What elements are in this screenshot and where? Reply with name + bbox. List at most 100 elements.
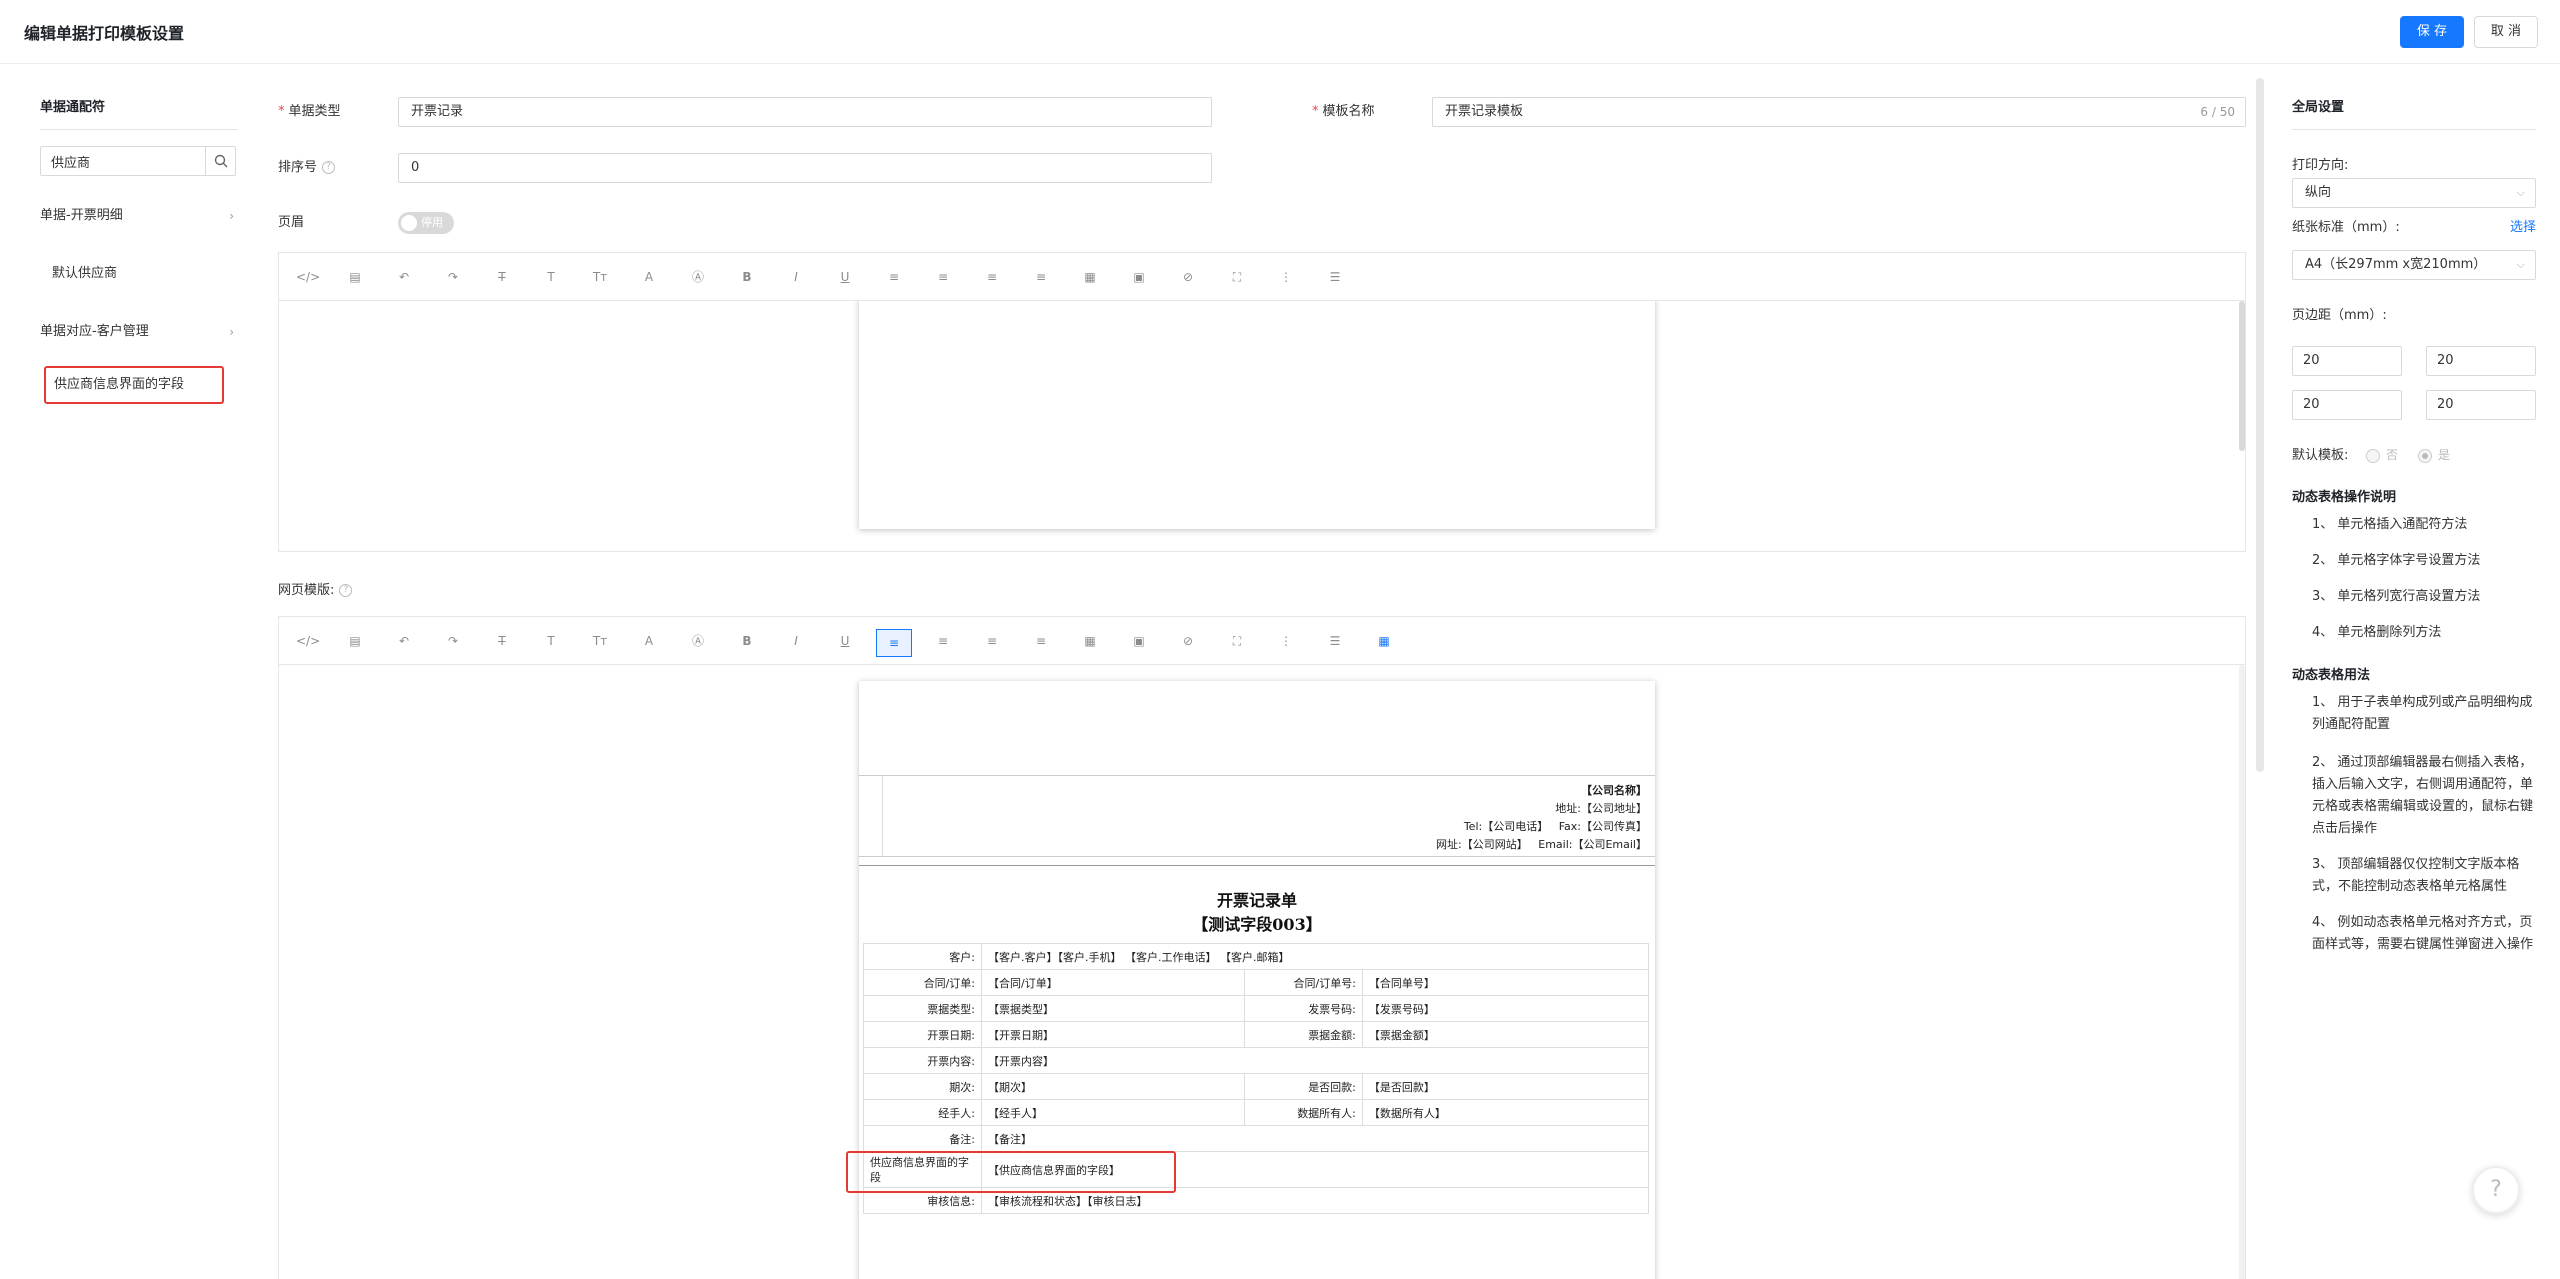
template-cell-value[interactable]: 【数据所有人】	[1361, 1099, 1650, 1126]
redo-icon[interactable]: ↷	[443, 267, 463, 287]
ordered-list-icon[interactable]: ⋮	[1276, 267, 1296, 287]
save-button[interactable]: 保 存	[2400, 16, 2464, 48]
template-cell-label[interactable]: 合同/订单号:	[1243, 969, 1363, 996]
font-color-icon[interactable]: A	[639, 631, 659, 651]
background-color-icon[interactable]: Ⓐ	[688, 631, 708, 651]
align-center-icon[interactable]: ≡	[933, 267, 953, 287]
template-cell-value[interactable]: 【客户.客户】【客户.手机】 【客户.工作电话】 【客户.邮箱】	[981, 943, 1649, 970]
redo-icon[interactable]: ↷	[443, 631, 463, 651]
strikethrough-icon[interactable]: T̶	[492, 631, 512, 651]
header-editor[interactable]: </> ▤ ↶ ↷ T̶ T Tт A Ⓐ B I U ≡ ≡ ≡ ≡ ▦ ▣ ⊘ ⛶ ⋮ ☰	[278, 252, 2246, 552]
template-cell-label[interactable]: 备注:	[863, 1125, 982, 1152]
template-cell-label[interactable]: 期次:	[863, 1073, 982, 1100]
tree-group-customer-management[interactable]: 单据对应-客户管理 ›	[40, 320, 238, 344]
vertical-scrollbar[interactable]	[2239, 301, 2245, 451]
attachment-icon[interactable]: ⊘	[1178, 267, 1198, 287]
default-no-radio[interactable]: 否	[2366, 446, 2398, 463]
ordered-list-icon[interactable]: ⋮	[1276, 631, 1296, 651]
template-cell-value[interactable]: 【合同/订单】	[981, 969, 1245, 996]
wildcard-search-input[interactable]	[41, 147, 207, 175]
template-cell-label[interactable]: 票据类型:	[863, 995, 982, 1022]
template-cell-label[interactable]: 经手人:	[863, 1099, 982, 1126]
template-row[interactable]: 开票内容: 【开票内容】	[863, 1047, 1649, 1074]
margin-top-input[interactable]: 20	[2292, 346, 2402, 376]
align-center-icon[interactable]: ≡	[933, 631, 953, 651]
align-left-icon[interactable]: ≡	[876, 629, 912, 657]
template-cell-value[interactable]: 【票据类型】	[981, 995, 1245, 1022]
template-row[interactable]: 备注: 【备注】	[863, 1125, 1649, 1152]
template-cell-value[interactable]: 【备注】	[981, 1125, 1649, 1152]
template-cell-value[interactable]: 【开票日期】	[981, 1021, 1245, 1048]
wildcard-search[interactable]	[40, 146, 236, 176]
image-icon[interactable]: ▣	[1129, 631, 1149, 651]
font-color-icon[interactable]: A	[639, 267, 659, 287]
fullscreen-icon[interactable]: ⛶	[1227, 267, 1247, 287]
template-cell-label[interactable]: 合同/订单:	[863, 969, 982, 996]
justify-icon[interactable]: ≡	[1031, 267, 1051, 287]
template-icon[interactable]: ▤	[345, 267, 365, 287]
align-right-icon[interactable]: ≡	[982, 267, 1002, 287]
undo-icon[interactable]: ↶	[394, 267, 414, 287]
sort-input[interactable]: 0	[398, 153, 1212, 183]
align-right-icon[interactable]: ≡	[982, 631, 1002, 651]
template-cell-label[interactable]: 开票内容:	[863, 1047, 982, 1074]
margin-bottom-input[interactable]: 20	[2426, 346, 2536, 376]
underline-icon[interactable]: U	[835, 631, 855, 651]
cancel-button[interactable]: 取 消	[2474, 16, 2538, 48]
scrollbar-track[interactable]	[2256, 78, 2264, 772]
code-icon[interactable]: </>	[296, 631, 320, 651]
table-icon[interactable]: ▦	[1080, 267, 1100, 287]
paper-select[interactable]: A4（长297mm x宽210mm） ⌵	[2292, 250, 2536, 280]
template-cell-label[interactable]: 客户:	[863, 943, 982, 970]
ops-item[interactable]: 3、 单元格列宽行高设置方法	[2312, 586, 2536, 608]
margin-right-input[interactable]: 20	[2426, 390, 2536, 420]
attachment-icon[interactable]: ⊘	[1178, 631, 1198, 651]
margin-left-input[interactable]: 20	[2292, 390, 2402, 420]
template-name-input[interactable]: 开票记录模板 6 / 50	[1432, 97, 2246, 127]
code-icon[interactable]: </>	[296, 267, 320, 287]
web-template-editor[interactable]: </> ▤ ↶ ↷ T̶ T Tт A Ⓐ B I U ≡ ≡ ≡ ≡ ▦ ▣ ⊘ ⛶ ⋮ ☰ ▦ 【公司名称】 地址:【公…	[278, 616, 2246, 1279]
template-cell-value[interactable]: 【经手人】	[981, 1099, 1245, 1126]
template-cell-label[interactable]: 数据所有人:	[1243, 1099, 1363, 1126]
template-cell-value[interactable]: 【合同单号】	[1361, 969, 1650, 996]
help-float-button[interactable]: ?	[2472, 1166, 2520, 1214]
search-icon[interactable]	[205, 147, 235, 175]
font-family-icon[interactable]: Tт	[590, 267, 610, 287]
table-icon[interactable]: ▦	[1080, 631, 1100, 651]
tree-leaf-supplier-info-field[interactable]: 供应商信息界面的字段	[44, 366, 224, 404]
template-cell-value[interactable]: 【票据金额】	[1361, 1021, 1650, 1048]
underline-icon[interactable]: U	[835, 267, 855, 287]
template-cell-label[interactable]: 开票日期:	[863, 1021, 982, 1048]
ops-item[interactable]: 1、 单元格插入通配符方法	[2312, 514, 2536, 536]
vertical-scrollbar[interactable]	[2239, 665, 2245, 1279]
template-icon[interactable]: ▤	[345, 631, 365, 651]
tree-group-invoice-detail[interactable]: 单据-开票明细 ›	[40, 204, 238, 228]
background-color-icon[interactable]: Ⓐ	[688, 267, 708, 287]
font-family-icon[interactable]: Tт	[590, 631, 610, 651]
orientation-select[interactable]: 纵向 ⌵	[2292, 178, 2536, 208]
italic-icon[interactable]: I	[786, 631, 806, 651]
template-row[interactable]: 开票日期: 【开票日期】 票据金额: 【票据金额】	[863, 1021, 1650, 1048]
template-cell-value[interactable]: 【开票内容】	[981, 1047, 1649, 1074]
tree-leaf-default-supplier[interactable]: 默认供应商	[52, 262, 117, 286]
dynamic-table-icon[interactable]: ▦	[1374, 631, 1394, 651]
template-row[interactable]: 经手人: 【经手人】 数据所有人: 【数据所有人】	[863, 1099, 1650, 1126]
ops-item[interactable]: 4、 单元格删除列方法	[2312, 622, 2536, 644]
template-row[interactable]: 票据类型: 【票据类型】 发票号码: 【发票号码】	[863, 995, 1650, 1022]
ops-item[interactable]: 2、 单元格字体字号设置方法	[2312, 550, 2536, 572]
doc-type-input[interactable]: 开票记录	[398, 97, 1212, 127]
default-yes-radio[interactable]: 是	[2418, 446, 2450, 463]
image-icon[interactable]: ▣	[1129, 267, 1149, 287]
header-toggle[interactable]: 停用	[398, 212, 454, 234]
fullscreen-icon[interactable]: ⛶	[1227, 631, 1247, 651]
font-size-icon[interactable]: T	[541, 631, 561, 651]
bullet-list-icon[interactable]: ☰	[1325, 631, 1345, 651]
font-size-icon[interactable]: T	[541, 267, 561, 287]
template-cell-value[interactable]: 【是否回款】	[1361, 1073, 1650, 1100]
template-row[interactable]: 客户: 【客户.客户】【客户.手机】 【客户.工作电话】 【客户.邮箱】	[863, 943, 1649, 970]
template-row[interactable]: 合同/订单: 【合同/订单】 合同/订单号: 【合同单号】	[863, 969, 1650, 996]
italic-icon[interactable]: I	[786, 267, 806, 287]
template-cell-label[interactable]: 票据金额:	[1243, 1021, 1363, 1048]
align-left-icon[interactable]: ≡	[884, 267, 904, 287]
template-cell-label[interactable]: 是否回款:	[1243, 1073, 1363, 1100]
